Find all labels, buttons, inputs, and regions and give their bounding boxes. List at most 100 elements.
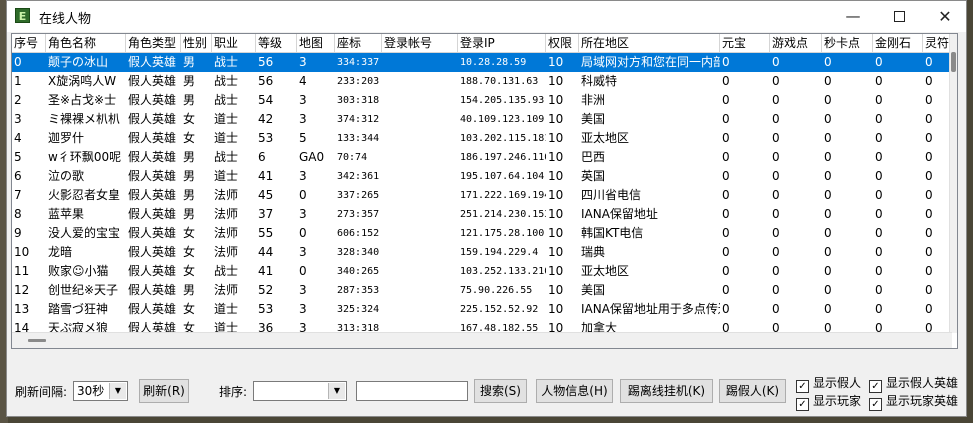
horizontal-scroll-thumb[interactable] — [28, 339, 46, 342]
table-cell: 0 — [824, 226, 832, 240]
table-cell: 法师 — [214, 207, 239, 221]
show-player-label: 显示玩家 — [813, 394, 862, 408]
column-header[interactable]: 登录IP — [458, 34, 546, 52]
table-cell: 四川省电信 — [581, 188, 642, 202]
column-header[interactable]: 等级 — [256, 34, 297, 52]
table-cell: 2 — [14, 93, 22, 107]
column-header[interactable]: 座标 — [335, 34, 382, 52]
refresh-interval-value: 30秒 — [77, 384, 105, 398]
column-header[interactable]: 序号 — [12, 34, 46, 52]
column-header[interactable]: 元宝 — [720, 34, 770, 52]
table-cell: 0 — [772, 283, 780, 297]
table-row[interactable]: 2 圣※占戈※士 假人英雄男 战士 54 3 303:318 154.205.135.93 10… — [12, 91, 952, 110]
table-cell: 121.175.28.100 — [460, 228, 545, 239]
table-row[interactable]: 7 火影忍者女皇 假人英雄男 法师 45 0 337:265 171.222.169.194 1… — [12, 186, 952, 205]
table-cell: 3 — [299, 302, 307, 316]
player-info-button[interactable]: 人物信息(H) — [536, 379, 613, 403]
vertical-scroll-thumb[interactable] — [951, 52, 956, 72]
table-cell: 9 — [14, 226, 22, 240]
column-header[interactable]: 职业 — [212, 34, 256, 52]
sort-select[interactable]: ▼ — [253, 381, 347, 401]
table-cell: 10 — [548, 55, 564, 69]
column-header[interactable]: 所在地区 — [579, 34, 720, 52]
table-cell: 0 — [925, 245, 933, 259]
table-cell: 0 — [925, 131, 933, 145]
table-cell: 0 — [925, 150, 933, 164]
table-cell: 154.205.135.93 — [460, 95, 545, 106]
table-cell: 0 — [722, 226, 730, 240]
table-cell: 0 — [925, 188, 933, 202]
table-row[interactable]: 13 踏雪づ狂神 假人英雄女 道士 53 3 325:324 225.152.52.92 10 I… — [12, 300, 952, 319]
table-row[interactable]: 8 蓝苹果 假人英雄男 法师 37 3 273:357 251.214.230.153 10 IA… — [12, 205, 952, 224]
table-cell: 男 — [183, 93, 196, 107]
kick-fake-button[interactable]: 踢假人(K) — [719, 379, 786, 403]
search-button[interactable]: 搜索(S) — [474, 379, 527, 403]
table-cell: 374:312 — [337, 114, 380, 125]
column-header[interactable]: 登录帐号 — [382, 34, 458, 52]
kick-afk-button[interactable]: 踢离线挂机(K) — [620, 379, 713, 403]
table-cell: 10.28.28.59 — [460, 57, 527, 68]
table-cell — [382, 148, 458, 167]
table-cell: 0 — [824, 207, 832, 221]
table-row[interactable]: 12 创世纪※天子 假人英雄男 法师 52 3 287:353 75.90.226.55 10 美… — [12, 281, 952, 300]
table-cell: 40.109.123.109 — [460, 114, 545, 125]
show-player-checkbox[interactable]: ✓ 显示玩家 — [796, 393, 862, 411]
table-row[interactable]: 3 ミ裸裸メ朳朳 假人英雄女 道士 42 3 374:312 40.109.123.109 10… — [12, 110, 952, 129]
table-cell: 颠子の冰山 — [48, 55, 109, 69]
table-cell: 女 — [183, 112, 196, 126]
table-cell: 0 — [772, 131, 780, 145]
table-row[interactable]: 6 泣の歌 假人英雄男 道士 41 3 342:361 195.107.64.104 10 英国 0… — [12, 167, 952, 186]
refresh-interval-select[interactable]: 30秒 ▼ — [73, 381, 128, 401]
table-cell: 159.194.229.4 — [460, 247, 539, 258]
table-cell: 0 — [875, 207, 883, 221]
table-cell: 0 — [824, 131, 832, 145]
table-cell: 251.214.230.153 — [460, 209, 546, 220]
table-cell: 0 — [772, 169, 780, 183]
table-cell: 11 — [14, 264, 30, 278]
table-cell: 303:318 — [337, 95, 380, 106]
minimize-button[interactable]: — — [830, 1, 876, 32]
table-row[interactable]: 5 w彳环飘00呢 假人英雄男 战士 6 GA0 70:74 186.197.246.110 1… — [12, 148, 952, 167]
table-row[interactable]: 11 败家☺小猫 假人英雄女 战士 41 0 340:265 103.252.133.210 1… — [12, 262, 952, 281]
table-row[interactable]: 10 龙暗 假人英雄女 法师 44 3 328:340 159.194.229.4 10 瑞典 0 0… — [12, 243, 952, 262]
table-cell: 0 — [722, 207, 730, 221]
table-row[interactable]: 1 X旋涡鸣人W 假人英雄男 战士 56 4 233:203 188.70.131.63 10 科… — [12, 72, 952, 91]
show-player-hero-checkbox[interactable]: ✓ 显示玩家英雄 — [869, 393, 958, 411]
table-cell: 233:203 — [337, 76, 380, 87]
table-row[interactable]: 0 颠子の冰山 假人英雄男 战士 56 3 334:337 10.28.28.59 10 局域网对… — [12, 53, 952, 72]
table-cell: 英国 — [581, 169, 606, 183]
column-header[interactable]: 地图 — [297, 34, 335, 52]
column-header[interactable]: 性别 — [181, 34, 212, 52]
player-list[interactable]: 序号 角色名称 角色类型 性别 职业 等级 地图 座标 登录帐号 登录IP 权限 所在地区 元宝 游戏点秒… — [11, 33, 958, 349]
show-fake-hero-checkbox[interactable]: ✓ 显示假人英雄 — [869, 375, 958, 393]
table-cell: 假人英雄 — [128, 207, 177, 221]
table-cell: 5 — [14, 150, 22, 164]
table-cell: 0 — [722, 283, 730, 297]
maximize-button[interactable] — [876, 1, 922, 32]
checkmark-icon: ✓ — [869, 380, 882, 393]
column-header[interactable]: 游戏点 — [770, 34, 822, 52]
table-cell: 假人英雄 — [128, 169, 177, 183]
column-header[interactable]: 秒卡点 — [822, 34, 873, 52]
search-input[interactable] — [356, 381, 468, 401]
table-cell: 没人爱的宝宝 — [48, 226, 121, 240]
table-cell: 0 — [772, 264, 780, 278]
bottom-toolbar: 刷新间隔: 30秒 ▼ 刷新(R) 排序: ▼ 搜索(S) 人物信息(H) 踢离… — [7, 349, 966, 418]
show-fake-checkbox[interactable]: ✓ 显示假人 — [796, 375, 861, 393]
column-header[interactable]: 角色名称 — [46, 34, 126, 52]
vertical-scrollbar[interactable] — [949, 34, 957, 333]
list-rows: 0 颠子の冰山 假人英雄男战士 56 3 334:337 10.28.28.59 10 局域网对… — [12, 53, 952, 348]
table-row[interactable]: 4 迦罗什 假人英雄女 道士 53 5 133:344 103.202.115.181 10 亚太… — [12, 129, 952, 148]
table-cell: 战士 — [214, 264, 239, 278]
column-header[interactable]: 金刚石 — [873, 34, 923, 52]
table-row[interactable]: 9 没人爱的宝宝 假人英雄女 法师 55 0 606:152 121.175.28.100 10… — [12, 224, 952, 243]
table-cell: 道士 — [214, 112, 239, 126]
close-button[interactable]: ✕ — [922, 1, 968, 32]
column-header[interactable]: 灵符 — [923, 34, 952, 52]
horizontal-scrollbar[interactable] — [12, 332, 952, 348]
table-cell: 0 — [824, 55, 832, 69]
column-header[interactable]: 角色类型 — [126, 34, 181, 52]
column-header[interactable]: 权限 — [546, 34, 579, 52]
table-cell: 10 — [548, 74, 564, 88]
refresh-button[interactable]: 刷新(R) — [139, 379, 189, 403]
